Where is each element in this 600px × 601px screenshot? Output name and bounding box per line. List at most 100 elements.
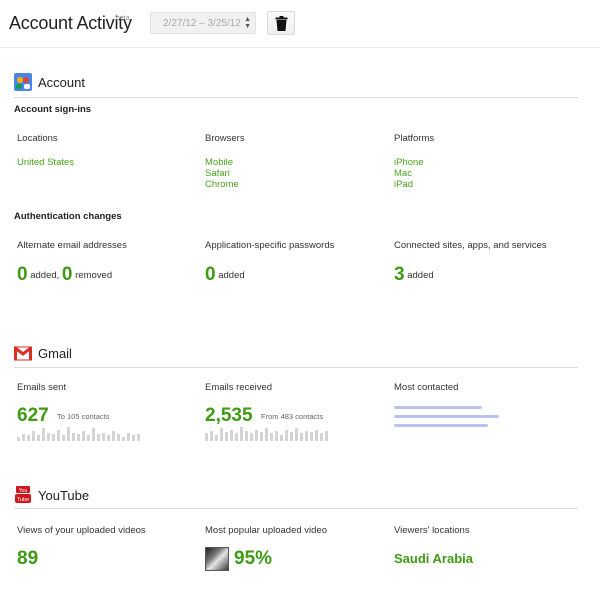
sparkline-bar (205, 433, 208, 441)
sparkline-bar (210, 431, 213, 441)
svg-text:You: You (19, 488, 28, 494)
sparkline-bar (137, 434, 140, 441)
popular-video-thumbnail[interactable] (205, 547, 229, 571)
sparkline-bar (265, 428, 268, 441)
viewer-location-link[interactable]: Saudi Arabia (394, 551, 473, 566)
sparkline-bar (17, 437, 20, 441)
popular-video-value: 95% (234, 548, 273, 569)
emails-received-label: Emails received (205, 382, 273, 393)
sparkline-bar (42, 428, 45, 441)
sparkline-bar (72, 433, 75, 441)
sparkline-bar (240, 427, 243, 441)
connected-services-stat: 3 added (394, 264, 434, 286)
viewer-locations-label: Viewers' locations (394, 525, 470, 536)
sparkline-bar (290, 432, 293, 441)
divider (14, 97, 578, 98)
locations-list: United States (17, 157, 74, 168)
emails-sent-value: 627 (17, 405, 49, 426)
date-range-value: 2/27/12 – 3/25/12 (163, 18, 241, 29)
emails-received-sparkline (205, 427, 328, 441)
app-passwords-label: Application-specific passwords (205, 240, 335, 251)
alt-email-added-text: added, (27, 270, 62, 281)
browser-link[interactable]: Safari (205, 168, 239, 179)
account-section-header: Account (14, 73, 578, 93)
sparkline-bar (300, 433, 303, 441)
sparkline-bar (102, 433, 105, 441)
sparkline-bar (62, 435, 65, 441)
connected-services-count: 3 (394, 264, 405, 285)
sparkline-bar (132, 435, 135, 441)
location-link[interactable]: United States (17, 157, 74, 168)
auth-changes-heading: Authentication changes (14, 211, 122, 222)
browsers-label: Browsers (205, 133, 245, 144)
sparkline-bar (235, 433, 238, 441)
browsers-list: Mobile Safari Chrome (205, 157, 239, 190)
svg-text:Tube: Tube (17, 497, 29, 503)
sparkline-bar (37, 435, 40, 441)
sparkline-bar (92, 428, 95, 441)
sparkline-bar (325, 431, 328, 441)
popular-video-label: Most popular uploaded video (205, 525, 328, 536)
date-range-select[interactable]: 2/27/12 – 3/25/12 ▲ ▼ (150, 12, 256, 34)
sparkline-bar (32, 431, 35, 441)
sparkline-bar (245, 431, 248, 441)
app-passwords-count: 0 (205, 264, 216, 285)
sparkline-bar (250, 433, 253, 441)
sparkline-bar (260, 432, 263, 441)
sort-arrows-icon: ▲ ▼ (244, 16, 251, 30)
google-account-icon (14, 73, 32, 91)
divider (14, 367, 578, 368)
connected-services-label: Connected sites, apps, and services (394, 240, 547, 251)
most-contacted-label: Most contacted (394, 382, 459, 393)
account-signins-heading: Account sign-ins (14, 104, 92, 115)
sparkline-bar (270, 433, 273, 441)
delete-button[interactable] (267, 11, 295, 35)
divider (14, 508, 578, 509)
sparkline-bar (47, 433, 50, 441)
most-contacted-list-blurred (394, 406, 499, 438)
locations-label: Locations (17, 133, 58, 144)
emails-sent-note: To 105 contacts (57, 412, 110, 421)
platform-link[interactable]: iPad (394, 179, 424, 190)
emails-received-note: From 483 contacts (261, 412, 324, 421)
sparkline-bar (52, 434, 55, 441)
sparkline-bar (310, 432, 313, 441)
gmail-section-title: Gmail (38, 346, 72, 361)
sparkline-bar (285, 430, 288, 441)
video-views-value: 89 (17, 548, 39, 569)
alt-email-label: Alternate email addresses (17, 240, 127, 251)
emails-sent-sparkline (17, 427, 140, 441)
youtube-section-title: YouTube (38, 488, 90, 503)
youtube-section-header: You Tube YouTube (14, 486, 578, 506)
platforms-label: Platforms (394, 133, 435, 144)
gmail-section-header: Gmail (14, 344, 578, 364)
emails-received-value: 2,535 (205, 405, 253, 426)
alt-email-added-count: 0 (17, 264, 28, 285)
browser-link[interactable]: Chrome (205, 179, 239, 190)
alt-email-removed-count: 0 (61, 264, 73, 285)
alt-email-stat: 0 added, 0 removed (17, 264, 112, 286)
trash-icon (275, 16, 288, 31)
sparkline-bar (220, 428, 223, 441)
sparkline-bar (215, 435, 218, 441)
platform-link[interactable]: iPhone (394, 157, 424, 168)
sparkline-bar (295, 428, 298, 441)
sparkline-bar (122, 437, 125, 441)
sparkline-bar (87, 435, 90, 441)
sparkline-bar (22, 434, 25, 441)
sparkline-bar (305, 431, 308, 441)
sparkline-bar (112, 431, 115, 441)
sparkline-bar (57, 430, 60, 441)
page-title: Account Activity (9, 13, 132, 33)
account-section-title: Account (38, 75, 85, 90)
platform-link[interactable]: Mac (394, 168, 424, 179)
connected-services-text: added (404, 270, 434, 281)
sparkline-bar (67, 427, 70, 441)
platforms-list: iPhone Mac iPad (394, 157, 424, 190)
youtube-icon: You Tube (15, 486, 31, 503)
beta-badge: beta (116, 15, 130, 22)
sparkline-bar (82, 431, 85, 441)
sparkline-bar (315, 430, 318, 441)
browser-link[interactable]: Mobile (205, 157, 239, 168)
top-bar: Account Activity beta 2/27/12 – 3/25/12 … (0, 0, 600, 48)
